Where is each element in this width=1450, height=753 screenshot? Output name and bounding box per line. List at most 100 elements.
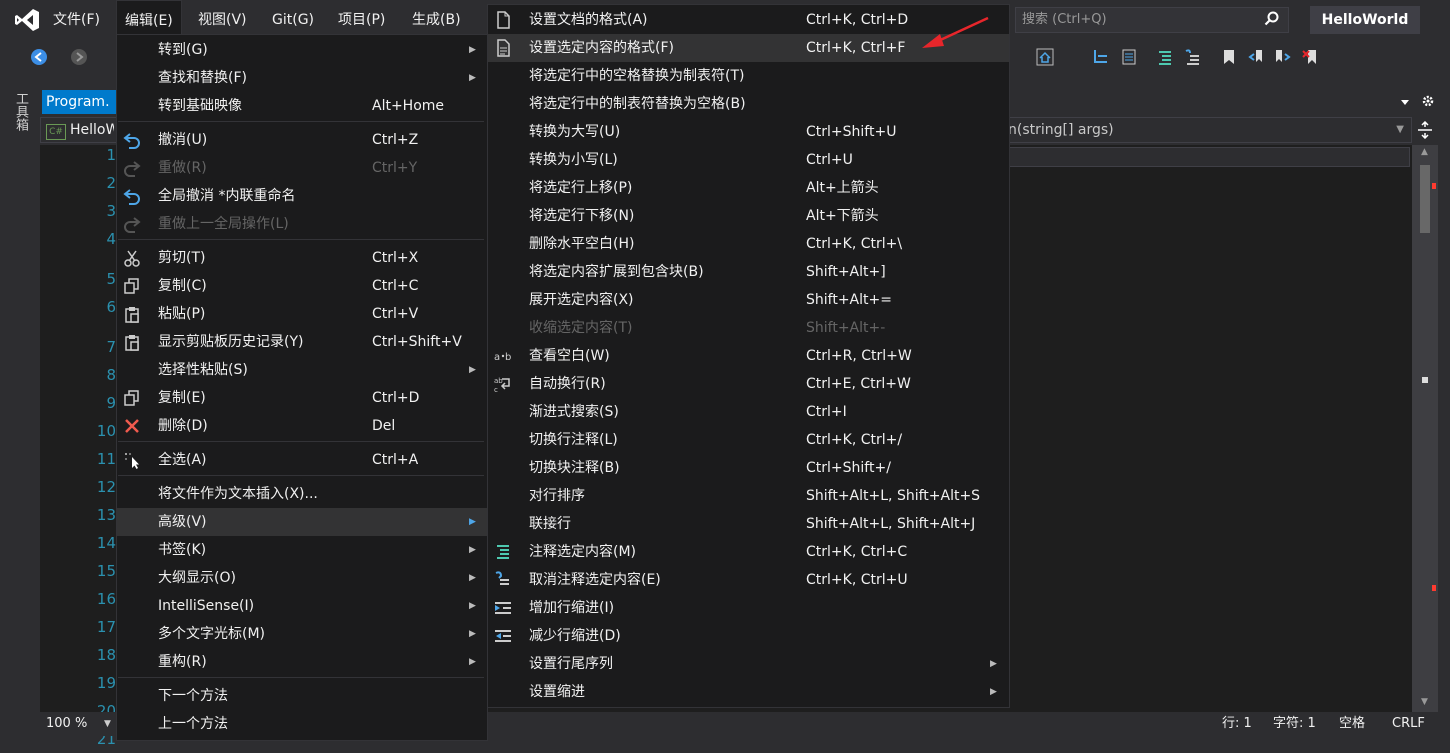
advanced-menu-item-label: 自动换行(R)	[529, 376, 606, 392]
member-dropdown-label: n(string[] args)	[1008, 122, 1114, 138]
advanced-menu-item[interactable]: 删除水平空白(H) Ctrl+K, Ctrl+\	[488, 230, 1009, 258]
edit-menu-item[interactable]: 下一个方法	[117, 682, 487, 710]
advanced-menu-item[interactable]: a b 查看空白(W) Ctrl+R, Ctrl+W	[488, 342, 1009, 370]
advanced-menu-item[interactable]: 增加行缩进(I)	[488, 594, 1009, 622]
advanced-menu-item[interactable]: 收缩选定内容(T) Shift+Alt+-	[488, 314, 1009, 342]
edit-menu-item[interactable]: IntelliSense(I) ▶	[117, 592, 487, 620]
char-indicator[interactable]: 字符: 1	[1273, 712, 1316, 736]
edit-menu-item[interactable]: 剪切(T) Ctrl+X	[117, 244, 487, 272]
submenu-arrow-icon: ▶	[469, 517, 476, 527]
advanced-menu-item[interactable]: 对行排序 Shift+Alt+L, Shift+Alt+S	[488, 482, 1009, 510]
next-bookmark-icon[interactable]	[1274, 48, 1292, 66]
uncomment-icon[interactable]	[1184, 48, 1202, 66]
edit-menu-item[interactable]: 删除(D) Del	[117, 412, 487, 440]
visual-studio-logo-icon[interactable]	[14, 8, 40, 32]
scrollbar-thumb[interactable]	[1420, 165, 1430, 233]
edit-menu-item[interactable]: 重做(R) Ctrl+Y	[117, 154, 487, 182]
prev-bookmark-icon[interactable]	[1248, 48, 1266, 66]
home-icon[interactable]	[1036, 48, 1054, 66]
edit-menu-item[interactable]: 重构(R) ▶	[117, 648, 487, 676]
edit-menu-item[interactable]: 撤消(U) Ctrl+Z	[117, 126, 487, 154]
toolbox-strip	[0, 76, 38, 749]
edit-menu-item-label: 查找和替换(F)	[158, 70, 247, 86]
menu-file[interactable]: 文件(F)	[45, 0, 108, 40]
line-ending-indicator[interactable]: CRLF	[1392, 712, 1425, 736]
edit-menu-item[interactable]: 转到基础映像 Alt+Home	[117, 92, 487, 120]
split-editor-icon[interactable]	[1416, 121, 1434, 139]
edit-menu-item[interactable]: 粘贴(P) Ctrl+V	[117, 300, 487, 328]
advanced-menu-item[interactable]: 设置行尾序列 ▶	[488, 650, 1009, 678]
collapse-icon[interactable]	[1120, 48, 1138, 66]
clear-bookmarks-icon[interactable]	[1302, 48, 1320, 66]
tab-dropdown-icon[interactable]	[1398, 96, 1412, 108]
menu-separator	[118, 677, 484, 678]
whitespace-indicator[interactable]: 空格	[1339, 712, 1365, 736]
line-number: 7	[106, 338, 116, 356]
advanced-menu-item[interactable]: 转换为大写(U) Ctrl+Shift+U	[488, 118, 1009, 146]
advanced-menu-item[interactable]: 将选定行上移(P) Alt+上箭头	[488, 174, 1009, 202]
edit-menu-item[interactable]: 全局撤消 *内联重命名	[117, 182, 487, 210]
line-indicator[interactable]: 行: 1	[1222, 712, 1252, 736]
advanced-menu-item-label: 展开选定内容(X)	[529, 292, 634, 308]
edit-menu-item[interactable]: 全选(A) Ctrl+A	[117, 446, 487, 474]
edit-menu-item[interactable]: 将文件作为文本插入(X)...	[117, 480, 487, 508]
forward-icon[interactable]	[70, 48, 88, 66]
advanced-menu-item[interactable]: 将选定行下移(N) Alt+下箭头	[488, 202, 1009, 230]
submenu-arrow-icon: ▶	[469, 657, 476, 667]
edit-menu-item-label: 将文件作为文本插入(X)...	[158, 486, 318, 502]
edit-menu-item[interactable]: 书签(K) ▶	[117, 536, 487, 564]
edit-menu-item[interactable]: 重做上一全局操作(L)	[117, 210, 487, 238]
advanced-menu-item[interactable]: 取消注释选定内容(E) Ctrl+K, Ctrl+U	[488, 566, 1009, 594]
advanced-menu-item[interactable]: 将选定内容扩展到包含块(B) Shift+Alt+]	[488, 258, 1009, 286]
advanced-menu-item-label: 删除水平空白(H)	[529, 236, 635, 252]
advanced-menu-item[interactable]: 切换行注释(L) Ctrl+K, Ctrl+/	[488, 426, 1009, 454]
edit-menu-item[interactable]: 选择性粘贴(S) ▶	[117, 356, 487, 384]
hierarchy-icon[interactable]	[1092, 48, 1110, 66]
advanced-menu-item[interactable]: ab c 自动换行(R) Ctrl+E, Ctrl+W	[488, 370, 1009, 398]
edit-menu-item-label: 多个文字光标(M)	[158, 626, 266, 642]
comment-icon[interactable]	[1156, 48, 1174, 66]
advanced-menu-item[interactable]: 将选定行中的空格替换为制表符(T)	[488, 62, 1009, 90]
advanced-menu-item[interactable]: 联接行 Shift+Alt+L, Shift+Alt+J	[488, 510, 1009, 538]
caret-marker	[1422, 377, 1428, 383]
zoom-level[interactable]: 100 % ▼	[42, 712, 116, 736]
advanced-menu-item[interactable]: 转换为小写(L) Ctrl+U	[488, 146, 1009, 174]
advanced-menu-item[interactable]: 设置缩进 ▶	[488, 678, 1009, 706]
edit-menu-item[interactable]: 上一个方法	[117, 710, 487, 738]
comment-icon	[497, 545, 509, 559]
search-input[interactable]: 搜索 (Ctrl+Q)	[1015, 7, 1289, 33]
scroll-down-icon[interactable]: ▼	[1421, 697, 1428, 707]
edit-menu-item[interactable]: 复制(E) Ctrl+D	[117, 384, 487, 412]
edit-menu-item[interactable]: 复制(C) Ctrl+C	[117, 272, 487, 300]
edit-menu-item[interactable]: 转到(G) ▶	[117, 36, 487, 64]
edit-menu-item[interactable]: 高级(V) ▶	[117, 508, 487, 536]
advanced-menu-item[interactable]: 切换块注释(B) Ctrl+Shift+/	[488, 454, 1009, 482]
advanced-menu-item[interactable]: 注释选定内容(M) Ctrl+K, Ctrl+C	[488, 538, 1009, 566]
edit-menu-item[interactable]: 显示剪贴板历史记录(Y) Ctrl+Shift+V	[117, 328, 487, 356]
delete-icon	[125, 419, 139, 433]
menu-separator	[118, 441, 484, 442]
edit-menu-item[interactable]: 查找和替换(F) ▶	[117, 64, 487, 92]
member-dropdown[interactable]: n(string[] args) ▼	[1008, 119, 1408, 141]
advanced-menu-item-label: 减少行缩进(D)	[529, 628, 621, 644]
back-icon[interactable]	[30, 48, 48, 66]
advanced-menu-item[interactable]: 展开选定内容(X) Shift+Alt+=	[488, 286, 1009, 314]
project-dropdown[interactable]: C# HelloW	[42, 119, 114, 141]
edit-menu-item[interactable]: 大纲显示(O) ▶	[117, 564, 487, 592]
bookmark-icon[interactable]	[1220, 48, 1238, 66]
toolbox-label[interactable]: 工具箱	[10, 92, 30, 131]
edit-menu-item-shortcut: Ctrl+Z	[372, 132, 419, 148]
scroll-up-icon[interactable]: ▲	[1421, 147, 1428, 157]
advanced-menu-item-label: 增加行缩进(I)	[529, 600, 615, 616]
vertical-scrollbar[interactable]: ▲ ▼	[1412, 145, 1438, 712]
error-marker	[1432, 183, 1436, 189]
advanced-menu-item[interactable]: 渐进式搜索(S) Ctrl+I	[488, 398, 1009, 426]
svg-text:c: c	[494, 386, 498, 393]
edit-menu-item[interactable]: 多个文字光标(M) ▶	[117, 620, 487, 648]
project-name-badge[interactable]: HelloWorld	[1310, 6, 1420, 34]
tab-program[interactable]: Program.	[42, 90, 116, 114]
advanced-menu-item[interactable]: 减少行缩进(D)	[488, 622, 1009, 650]
gear-icon[interactable]	[1420, 93, 1436, 109]
advanced-menu-item[interactable]: 将选定行中的制表符替换为空格(B)	[488, 90, 1009, 118]
advanced-menu-item-label: 渐进式搜索(S)	[529, 404, 619, 420]
